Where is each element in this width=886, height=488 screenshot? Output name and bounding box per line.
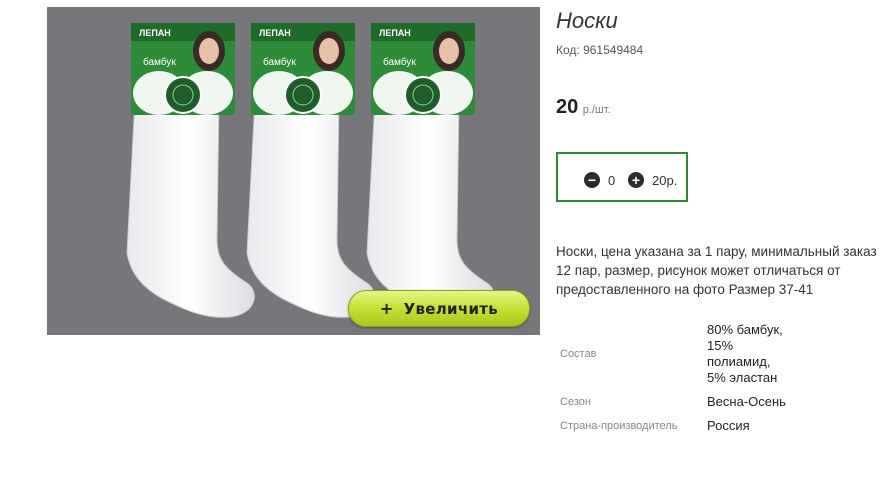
product-description: Носки, цена указана за 1 пару, минимальн… [556, 244, 877, 297]
ornament-badge [284, 76, 322, 114]
package-brand: ЛЕПАН [139, 28, 171, 38]
ornament-badge [164, 76, 202, 114]
model-face [199, 38, 219, 64]
model-face [319, 38, 339, 64]
plus-icon: + [379, 299, 394, 318]
property-label: Состав [560, 348, 597, 360]
product-title: Носки [556, 8, 618, 33]
property-value: Россия [707, 418, 750, 433]
sock-shape [246, 98, 375, 318]
sock-shape [126, 98, 255, 318]
sock-shape [366, 98, 495, 318]
property-row: Страна-производитель Россия [556, 414, 791, 438]
package-material: бамбук [143, 56, 176, 68]
quantity-sum: 20р. [652, 173, 678, 188]
property-row: Состав 80% бамбук, 15% полиамид, 5% элас… [556, 318, 791, 390]
package-material: бамбук [383, 56, 416, 68]
sock-item: ЛЕПАН бамбук [366, 23, 495, 318]
package-brand: ЛЕПАН [259, 28, 291, 38]
decrease-button[interactable]: − [584, 172, 600, 188]
sock-item: ЛЕПАН бамбук [246, 23, 375, 318]
model-face [439, 38, 459, 64]
product-image[interactable]: ЛЕПАН бамбук ЛЕПАН бамбук ЛЕПАН бамбук + Увел… [47, 7, 540, 335]
property-row: Сезон Весна-Осень [556, 390, 791, 414]
zoom-label: Увеличить [403, 299, 499, 318]
package-material: бамбук [263, 56, 296, 68]
product-price: 20 р./шт. [556, 96, 611, 119]
quantity-selector: − 0 + 20р. [556, 152, 688, 202]
price-unit: р./шт. [582, 104, 611, 116]
product-code: Код: 961549484 [556, 43, 644, 57]
increase-button[interactable]: + [628, 172, 644, 188]
property-label: Страна-производитель [560, 420, 678, 432]
property-value: 80% бамбук, 15% полиамид, 5% эластан [707, 322, 783, 385]
price-value: 20 [556, 96, 579, 118]
sock-item: ЛЕПАН бамбук [126, 23, 255, 318]
socks-photo: ЛЕПАН бамбук ЛЕПАН бамбук ЛЕПАН бамбук [126, 23, 495, 318]
property-value: Весна-Осень [707, 394, 786, 409]
package-brand: ЛЕПАН [379, 28, 411, 38]
ornament-badge [404, 76, 442, 114]
properties-table: Состав 80% бамбук, 15% полиамид, 5% элас… [556, 318, 791, 438]
zoom-button[interactable]: + Увеличить [348, 290, 530, 327]
quantity-value: 0 [608, 173, 616, 188]
property-label: Сезон [560, 396, 591, 408]
